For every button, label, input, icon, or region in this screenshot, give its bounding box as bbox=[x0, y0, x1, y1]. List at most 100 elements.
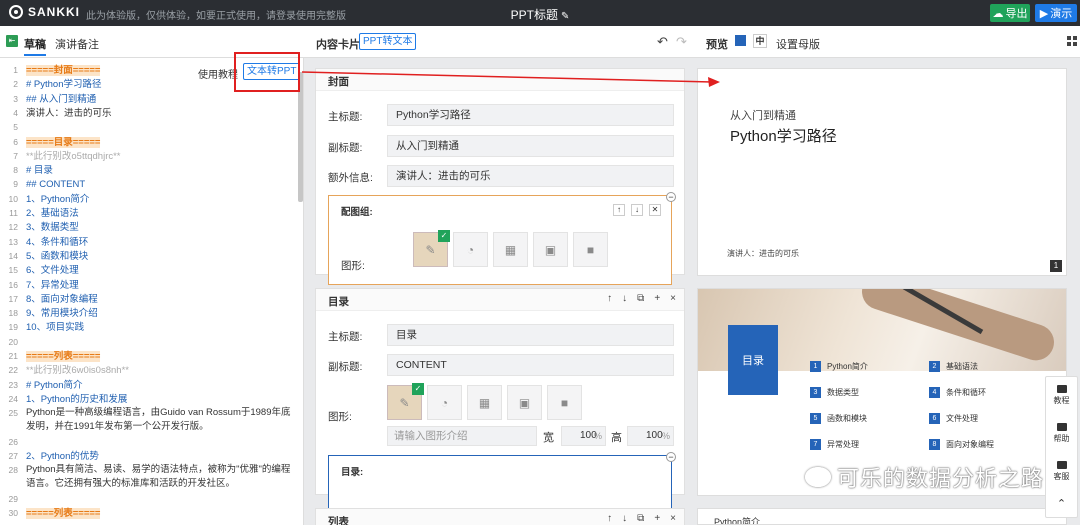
tutorial-button[interactable]: 教程 bbox=[1046, 385, 1077, 406]
shape-video-option[interactable]: ■ bbox=[547, 385, 582, 420]
preview-slide-cover[interactable]: 从入门到精通 Python学习路径 演讲人：进击的可乐 1 bbox=[697, 68, 1067, 276]
move-up-icon[interactable]: ↑ bbox=[607, 513, 612, 524]
editor-line[interactable]: 8 # 目录 bbox=[0, 163, 300, 177]
editor-line[interactable]: 10 1、Python简介 bbox=[0, 192, 300, 206]
subtitle-label: 副标题: bbox=[328, 361, 363, 373]
editor-line[interactable]: 24 1、Python的历史和发展 bbox=[0, 392, 300, 406]
line-text: **此行别改o5ttqdhjrc** bbox=[26, 150, 121, 162]
editor-line[interactable]: 12 3、数据类型 bbox=[0, 220, 300, 234]
cover-main-title-field[interactable]: Python学习路径 bbox=[387, 104, 674, 126]
editor-line[interactable]: 27 2、Python的优势 bbox=[0, 449, 300, 463]
editor-line[interactable]: 14 5、函数和模块 bbox=[0, 249, 300, 263]
width-input[interactable]: 100% bbox=[561, 426, 606, 446]
add-icon[interactable]: + bbox=[654, 513, 660, 524]
line-number: 17 bbox=[8, 293, 18, 304]
grid-view-icon[interactable] bbox=[1067, 36, 1077, 46]
editor-line[interactable]: 17 8、面向对象编程 bbox=[0, 292, 300, 306]
toc-item-number: 7 bbox=[810, 439, 821, 450]
shape-image-option[interactable]: ✎ ✓ bbox=[387, 383, 424, 420]
editor-line[interactable]: 19 10、项目实践 bbox=[0, 320, 300, 334]
editor-line[interactable]: 25 Python是一种高级编程语言，由Guido van Rossum于1989… bbox=[0, 406, 300, 434]
shape-video-option[interactable]: ■ bbox=[573, 232, 608, 267]
editor-line[interactable]: 3 ## 从入门到精通 bbox=[0, 92, 300, 106]
copy-icon[interactable]: ⧉ bbox=[637, 293, 644, 304]
move-up-icon[interactable]: ↑ bbox=[607, 293, 612, 304]
move-down-icon[interactable]: ↓ bbox=[622, 293, 627, 304]
shape-table-option[interactable]: ▦ bbox=[467, 385, 502, 420]
toc-subtitle-field[interactable]: CONTENT bbox=[387, 354, 674, 376]
help-label: 帮助 bbox=[1053, 434, 1070, 443]
cover-extra-field[interactable]: 演讲人：进击的可乐 bbox=[387, 165, 674, 187]
close-icon[interactable]: × bbox=[670, 513, 676, 524]
editor-line[interactable]: 18 9、常用模块介绍 bbox=[0, 306, 300, 320]
usage-tutorial-link[interactable]: 使用教程 bbox=[198, 66, 238, 81]
editor-line[interactable]: 13 4、条件和循环 bbox=[0, 235, 300, 249]
editor-line[interactable]: 20 bbox=[0, 335, 300, 349]
size-medium-toggle[interactable]: 中 bbox=[753, 34, 767, 48]
move-up-icon[interactable]: ↑ bbox=[613, 204, 625, 216]
editor-line[interactable]: 4 演讲人：进击的可乐 bbox=[0, 106, 300, 120]
collapse-toc-icon[interactable]: − bbox=[666, 452, 676, 462]
video-icon: ■ bbox=[586, 242, 595, 257]
collapse-group-icon[interactable]: − bbox=[666, 192, 676, 202]
extra-info-label: 额外信息: bbox=[328, 172, 373, 184]
ppt-to-text-button[interactable]: PPT转文本 bbox=[359, 33, 417, 50]
editor-line[interactable]: 6 =====目录===== bbox=[0, 135, 300, 149]
shape-code-option[interactable]: ▣ bbox=[533, 232, 568, 267]
close-icon[interactable]: × bbox=[670, 293, 676, 304]
document-title[interactable]: PPT标题 ✎ bbox=[0, 6, 1080, 23]
delete-icon[interactable]: ✕ bbox=[649, 204, 661, 216]
line-text: 2、Python的优势 bbox=[26, 451, 99, 463]
preview-slide-list[interactable]: Python简介 bbox=[697, 508, 1067, 525]
image-group-ops: ↑ ↓ ✕ bbox=[613, 204, 661, 216]
service-button[interactable]: 客服 bbox=[1046, 461, 1077, 482]
undo-icon[interactable]: ↶ bbox=[657, 34, 668, 50]
height-input[interactable]: 100% bbox=[627, 426, 674, 446]
editor-line[interactable]: 28 Python具有简洁、易读、易学的语法特点，被称为"优雅"的编程语言。它还拥… bbox=[0, 463, 300, 491]
toc-item-number: 8 bbox=[929, 439, 940, 450]
edit-pencil-icon[interactable]: ✎ bbox=[561, 11, 569, 22]
shape-pie-option[interactable]: ◔ bbox=[453, 232, 488, 267]
set-master-button[interactable]: 设置母版 bbox=[776, 36, 820, 52]
list-card-title: 列表 bbox=[328, 516, 349, 525]
redo-icon[interactable]: ↷ bbox=[676, 34, 687, 50]
editor-line[interactable]: 5 bbox=[0, 120, 300, 134]
editor-line[interactable]: 30 =====列表===== bbox=[0, 506, 300, 520]
editor-line[interactable]: 7 **此行别改o5ttqdhjrc** bbox=[0, 149, 300, 163]
editor-line[interactable]: 26 bbox=[0, 435, 300, 449]
tab-speaker-notes[interactable]: 演讲备注 bbox=[55, 36, 99, 52]
theme-color-swatch[interactable] bbox=[735, 35, 746, 46]
cover-subtitle-field[interactable]: 从入门到精通 bbox=[387, 135, 674, 157]
toc-main-title-field[interactable]: 目录 bbox=[387, 324, 674, 346]
editor-line[interactable]: 22 **此行别改6w0is0s8nh** bbox=[0, 363, 300, 377]
add-icon[interactable]: + bbox=[654, 293, 660, 304]
editor-line[interactable]: 29 bbox=[0, 492, 300, 506]
editor-line[interactable]: 15 6、文件处理 bbox=[0, 263, 300, 277]
collapse-panel-icon[interactable]: ⇤ bbox=[6, 35, 18, 47]
cover-extra-row: 额外信息: 演讲人：进击的可乐 bbox=[316, 165, 685, 187]
draft-editor[interactable]: 1 =====封面===== 2 # Python学习路径 3 ## 从入门到精通 4 演讲人… bbox=[0, 58, 304, 525]
export-button[interactable]: ☁ 导出 bbox=[990, 4, 1030, 22]
line-number: 6 bbox=[13, 136, 18, 147]
editor-line[interactable]: 23 # Python简介 bbox=[0, 378, 300, 392]
shape-code-option[interactable]: ▣ bbox=[507, 385, 542, 420]
editor-line[interactable]: 9 ## CONTENT bbox=[0, 177, 300, 191]
move-down-icon[interactable]: ↓ bbox=[622, 513, 627, 524]
terminal-icon: ▣ bbox=[544, 242, 557, 257]
copy-icon[interactable]: ⧉ bbox=[637, 513, 644, 524]
slide-peek-title: Python简介 bbox=[714, 517, 761, 525]
image-thumbnail-icon: ✎ bbox=[425, 242, 436, 257]
scroll-top-icon[interactable]: ⌃ bbox=[1046, 497, 1077, 510]
editor-line[interactable]: 11 2、基础语法 bbox=[0, 206, 300, 220]
tab-draft[interactable]: 草稿 bbox=[24, 36, 46, 52]
shape-description-input[interactable]: 请输入图形介绍 bbox=[387, 426, 537, 446]
present-button[interactable]: ▶ 演示 bbox=[1035, 4, 1077, 22]
shape-table-option[interactable]: ▦ bbox=[493, 232, 528, 267]
help-button[interactable]: 帮助 bbox=[1046, 423, 1077, 444]
editor-line[interactable]: 16 7、异常处理 bbox=[0, 278, 300, 292]
shape-pie-option[interactable]: ◔ bbox=[427, 385, 462, 420]
editor-line[interactable]: 21 =====列表===== bbox=[0, 349, 300, 363]
toc-preview-item: 6 文件处理 bbox=[929, 413, 978, 424]
move-down-icon[interactable]: ↓ bbox=[631, 204, 643, 216]
shape-image-option[interactable]: ✎ ✓ bbox=[413, 230, 450, 267]
